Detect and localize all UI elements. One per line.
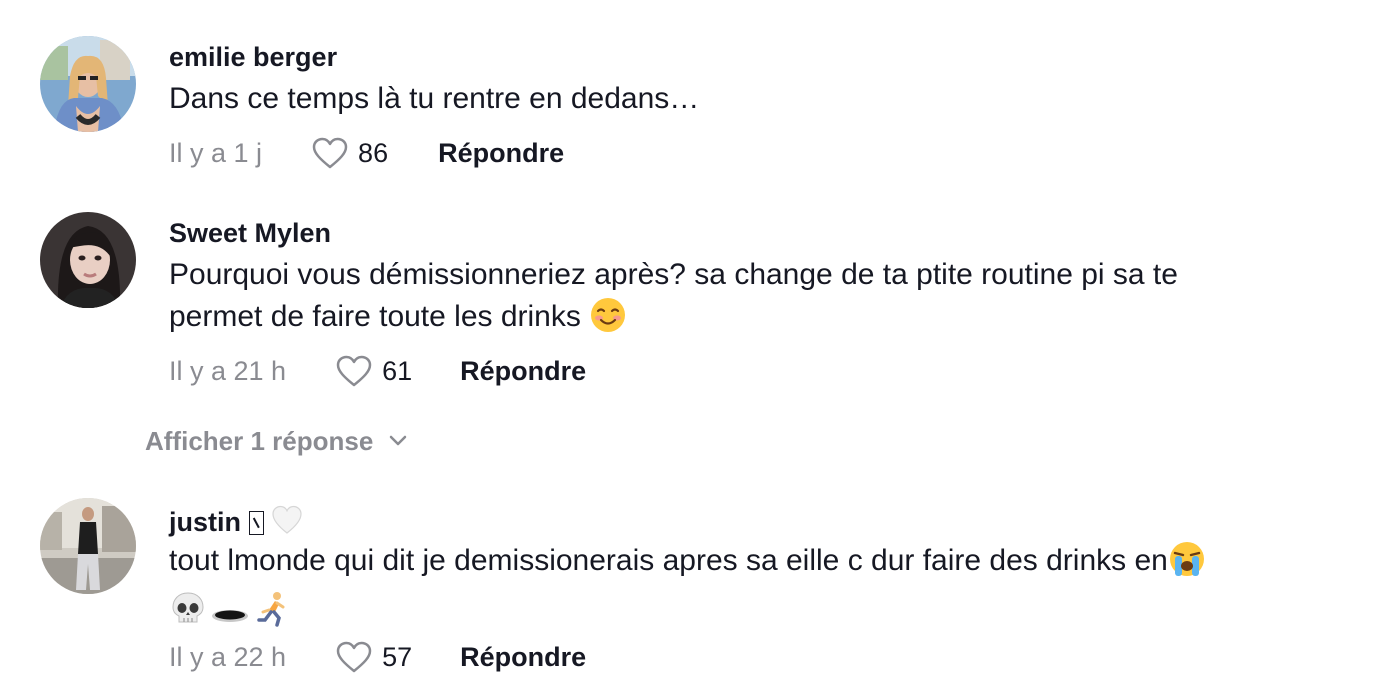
comment-meta: Il y a 21 h 61 Répondre <box>169 353 586 389</box>
like-button[interactable]: 57 <box>336 641 412 674</box>
comment-username-text: justin <box>169 507 241 537</box>
comment-timestamp: Il y a 21 h <box>169 355 287 386</box>
comment-text-line: permet de faire toute les drinks <box>169 300 581 333</box>
comment-username[interactable]: Sweet Mylen <box>169 217 331 249</box>
smiling-face-emoji <box>589 296 627 346</box>
comment-meta: Il y a 1 j 86 Répondre <box>169 135 564 171</box>
avatar[interactable] <box>40 212 136 308</box>
person-running-emoji <box>253 590 291 640</box>
skull-emoji <box>169 590 207 640</box>
heart-outline-icon <box>336 355 372 386</box>
like-count: 57 <box>382 641 413 672</box>
comment-username[interactable]: emilie berger <box>169 41 337 73</box>
comment-username[interactable]: justin <box>169 503 304 538</box>
comment-text-line: tout lmonde qui dit je demissionerais ap… <box>169 544 1168 577</box>
comment-text: tout lmonde qui dit je demissionerais ap… <box>169 540 1349 640</box>
comment-text: Pourquoi vous démissionneriez après? sa … <box>169 254 1349 346</box>
like-button[interactable]: 61 <box>336 355 412 388</box>
show-replies-button[interactable]: Afficher 1 réponse <box>145 424 407 458</box>
hole-emoji <box>211 590 249 640</box>
comment-timestamp: Il y a 22 h <box>169 641 287 672</box>
avatar[interactable] <box>40 36 136 132</box>
chevron-down-icon <box>390 435 407 446</box>
like-count: 86 <box>358 137 389 168</box>
comment-timestamp: Il y a 1 j <box>169 137 263 168</box>
comment-meta: Il y a 22 h 57 Répondre <box>169 639 586 675</box>
reply-button[interactable]: Répondre <box>460 642 586 673</box>
like-button[interactable]: 86 <box>312 137 388 170</box>
heart-outline-icon <box>336 641 372 672</box>
show-replies-label: Afficher 1 réponse <box>145 425 374 456</box>
comment-text-line: Pourquoi vous démissionneriez après? sa … <box>169 258 1178 291</box>
reply-button[interactable]: Répondre <box>438 138 564 169</box>
heart-outline-icon <box>312 137 348 168</box>
comment-text: Dans ce temps là tu rentre en dedans… <box>169 82 700 115</box>
loudly-crying-face-emoji <box>1168 540 1206 590</box>
white-heart-emoji <box>270 503 304 537</box>
reply-button[interactable]: Répondre <box>460 356 586 387</box>
missing-glyph-box <box>249 511 264 535</box>
avatar[interactable] <box>40 498 136 594</box>
like-count: 61 <box>382 355 413 386</box>
